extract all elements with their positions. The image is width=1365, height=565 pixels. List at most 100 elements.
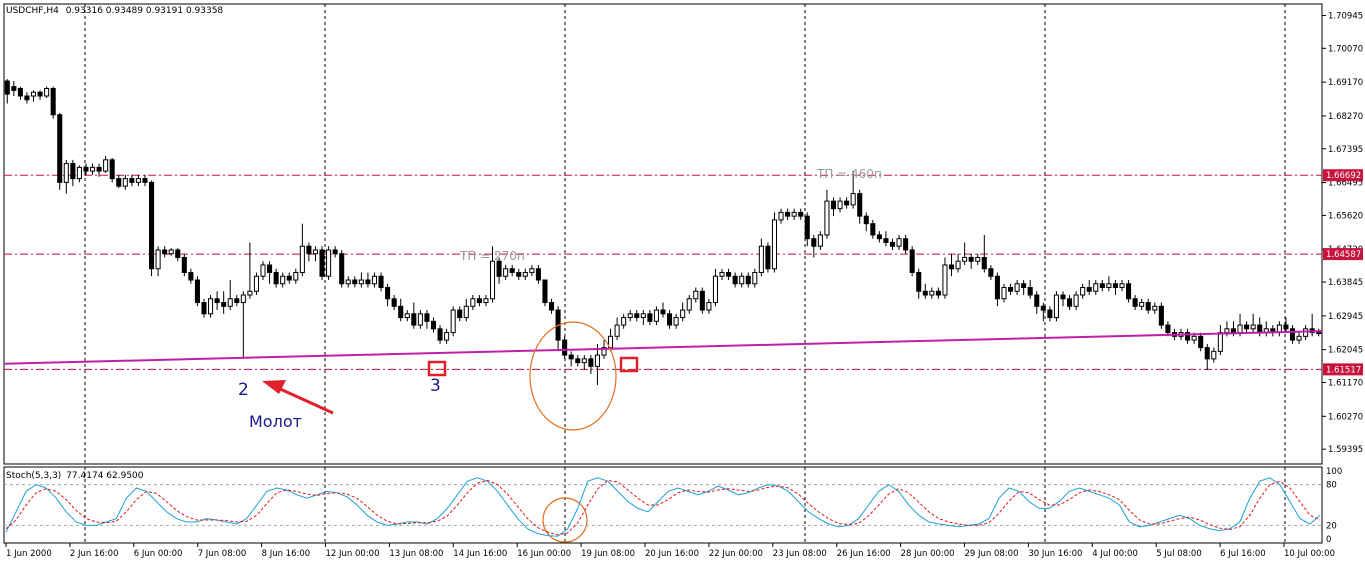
candle-body-7 <box>50 87 56 116</box>
candle-body-3 <box>24 95 30 101</box>
candle-body-23 <box>155 249 161 270</box>
tp-460-label: ТП = 460п <box>817 167 882 181</box>
candle-body-72 <box>476 298 482 304</box>
x-tick-label-10: 20 Jun 16:00 <box>645 549 699 559</box>
chart-ohlc: 0.93316 0.93489 0.93191 0.93358 <box>65 6 224 16</box>
candle-body-34 <box>227 298 233 307</box>
candle-body-14 <box>96 166 102 172</box>
candle-body-114 <box>752 271 758 285</box>
y-tick-label-4: 1.67395 <box>1328 145 1363 155</box>
stoch-values: 77.4174 62.9500 <box>66 471 144 481</box>
candle-body-150 <box>988 268 994 277</box>
candle-body-36 <box>240 294 246 304</box>
candle-body-173 <box>1139 302 1145 307</box>
candle-body-2 <box>17 87 23 97</box>
x-tick-label-17: 4 Jul 00:00 <box>1092 549 1138 559</box>
candle-body-167 <box>1099 283 1105 289</box>
candle-body-139 <box>916 271 922 292</box>
candle-body-127 <box>837 200 843 210</box>
candle-body-120 <box>791 211 797 217</box>
candle-body-49 <box>326 249 332 277</box>
candle-body-55 <box>365 279 371 285</box>
y-tick-label-13: 1.59395 <box>1328 445 1363 455</box>
candle-body-50 <box>332 249 338 255</box>
candle-body-131 <box>863 215 869 225</box>
candle-body-65 <box>430 320 437 330</box>
tp-270-label: ТП = 270п <box>460 249 525 263</box>
candle-body-124 <box>817 234 823 247</box>
candle-body-159 <box>1047 309 1053 319</box>
candle-body-149 <box>981 256 987 270</box>
candle-body-118 <box>778 211 784 221</box>
candle-body-88 <box>581 358 587 364</box>
candle-body-144 <box>948 264 955 270</box>
price-chart[interactable]: 1.709451.700701.691701.682701.673951.664… <box>0 0 1365 561</box>
price-tag-label-1: 1.64587 <box>1326 250 1361 260</box>
candle-body-126 <box>830 200 837 210</box>
candle-body-108 <box>712 275 718 304</box>
candle-body-42 <box>280 275 286 285</box>
stoch-y-tick-label-2: 20 <box>1326 521 1337 531</box>
candle-body-83 <box>548 302 555 311</box>
candle-body-10 <box>70 163 76 180</box>
candle-body-67 <box>444 332 450 341</box>
x-tick-label-18: 5 Jul 08:00 <box>1156 549 1202 559</box>
candle-body-13 <box>89 166 96 172</box>
candle-body-162 <box>1067 298 1073 307</box>
candle-body-145 <box>955 260 961 270</box>
candle-body-200 <box>1316 332 1322 335</box>
candle-body-86 <box>568 354 574 360</box>
candle-body-100 <box>660 309 666 315</box>
x-tick-label-6: 13 Jun 08:00 <box>389 549 443 559</box>
candle-body-11 <box>76 166 82 180</box>
x-tick-label-3: 7 Jun 08:00 <box>198 549 247 559</box>
stoch-series-main <box>5 477 1321 537</box>
y-tick-label-8: 1.63845 <box>1328 278 1363 288</box>
stoch-series-signal <box>5 479 1321 536</box>
candle-body-165 <box>1086 287 1092 292</box>
candle-body-22 <box>149 181 155 270</box>
candle-body-113 <box>745 275 751 285</box>
molot-label: Молот <box>249 412 302 431</box>
candle-body-32 <box>214 298 220 304</box>
candle-body-143 <box>942 264 948 296</box>
candle-body-56 <box>371 275 378 285</box>
point-2-label: 2 <box>238 380 249 400</box>
candle-body-105 <box>693 290 699 300</box>
candle-body-58 <box>385 287 391 300</box>
x-tick-label-2: 6 Jun 00:00 <box>134 549 183 559</box>
stoch-title: Stoch(5,3,3) <box>6 471 62 481</box>
candle-body-188 <box>1237 324 1243 334</box>
candle-body-48 <box>319 249 325 277</box>
candle-body-107 <box>706 302 712 311</box>
candle-body-52 <box>345 279 351 285</box>
candle-body-185 <box>1217 332 1223 352</box>
y-tick-label-11: 1.61170 <box>1328 379 1363 389</box>
candle-body-73 <box>483 298 489 304</box>
candle-body-115 <box>758 245 764 273</box>
x-tick-label-4: 8 Jun 16:00 <box>262 549 311 559</box>
candle-body-26 <box>175 249 181 258</box>
candle-body-6 <box>44 87 50 97</box>
candle-body-170 <box>1119 283 1125 289</box>
candle-body-71 <box>470 298 476 307</box>
candle-body-164 <box>1080 287 1086 296</box>
candle-body-75 <box>496 260 502 277</box>
candle-body-186 <box>1224 328 1230 334</box>
candle-body-157 <box>1034 294 1040 307</box>
candle-body-153 <box>1007 287 1014 292</box>
y-tick-label-2: 1.69170 <box>1328 78 1363 88</box>
candle-body-70 <box>463 305 469 319</box>
candle-body-187 <box>1230 328 1237 334</box>
candle-body-155 <box>1021 283 1027 289</box>
candle-body-148 <box>975 256 981 262</box>
candle-body-19 <box>129 178 135 183</box>
entry-box-3 <box>427 360 447 377</box>
candle-body-138 <box>909 249 915 273</box>
candle-body-110 <box>726 271 732 277</box>
candle-body-121 <box>798 211 804 217</box>
candle-body-69 <box>457 309 463 319</box>
candle-body-176 <box>1158 305 1164 326</box>
candle-body-175 <box>1152 305 1158 311</box>
candle-body-104 <box>686 298 692 311</box>
